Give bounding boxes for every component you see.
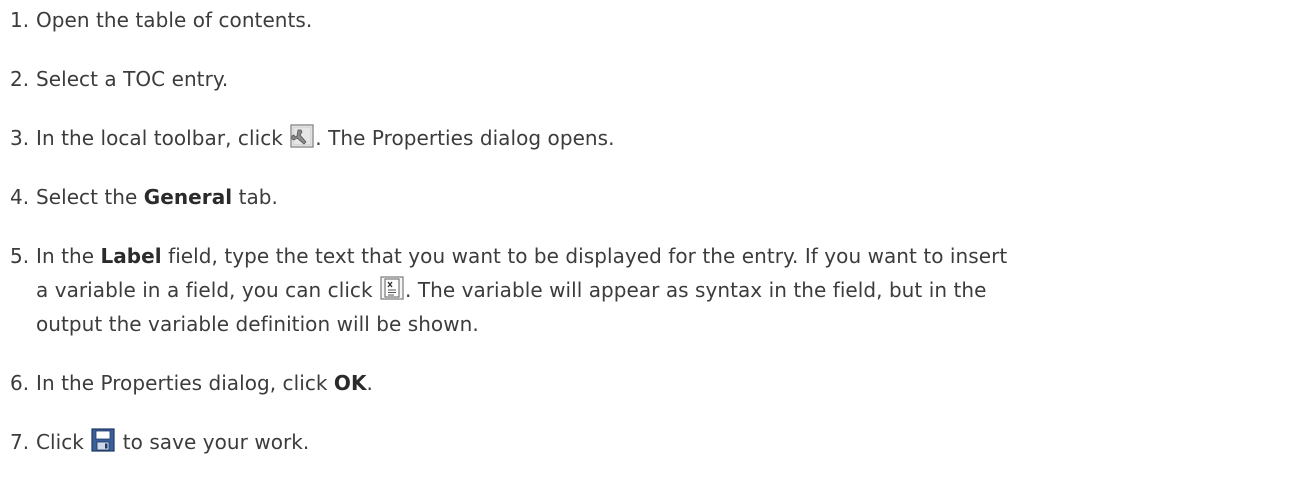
step-text: a variable in a field, you can click <box>36 278 380 302</box>
save-icon[interactable] <box>91 428 115 452</box>
step-text: Select the <box>36 185 144 209</box>
step-number: 2. <box>10 67 30 91</box>
step-number: 5. <box>10 244 30 268</box>
insert-variable-icon[interactable] <box>380 276 404 300</box>
step-text: In the <box>36 244 101 268</box>
step-text: tab. <box>232 185 278 209</box>
step-text: field, type the text that you want to be… <box>161 244 1008 268</box>
properties-icon[interactable] <box>290 124 314 148</box>
step-text: . <box>366 371 373 395</box>
step-text: Select a TOC entry. <box>36 67 229 91</box>
step-text: In the Properties dialog, click <box>36 371 334 395</box>
step-2: 2. Select a TOC entry. <box>0 62 1290 96</box>
step-number: 1. <box>10 8 30 32</box>
step-5: 5. In the Label field, type the text tha… <box>0 239 1290 341</box>
step-6: 6. In the Properties dialog, click OK. <box>0 366 1290 400</box>
step-text: . The Properties dialog opens. <box>315 126 615 150</box>
step-text: In the local toolbar, click <box>36 126 290 150</box>
step-text: output the variable definition will be s… <box>36 312 479 336</box>
step-4: 4. Select the General tab. <box>0 180 1290 214</box>
step-text: Click <box>36 430 91 454</box>
step-7: 7. Click to save your work. <box>0 425 1290 459</box>
general-tab-label: General <box>143 185 233 209</box>
step-3: 3. In the local toolbar, click . The Pro… <box>0 121 1290 155</box>
step-1: 1. Open the table of contents. <box>0 3 1290 37</box>
label-field-label: Label <box>100 244 162 268</box>
step-number: 7. <box>10 430 30 454</box>
step-number: 6. <box>10 371 30 395</box>
ok-button-label: OK <box>333 371 367 395</box>
step-text: Open the table of contents. <box>36 8 313 32</box>
step-text: to save your work. <box>116 430 310 454</box>
step-text: . The variable will appear as syntax in … <box>405 278 987 302</box>
step-number: 3. <box>10 126 30 150</box>
step-number: 4. <box>10 185 30 209</box>
